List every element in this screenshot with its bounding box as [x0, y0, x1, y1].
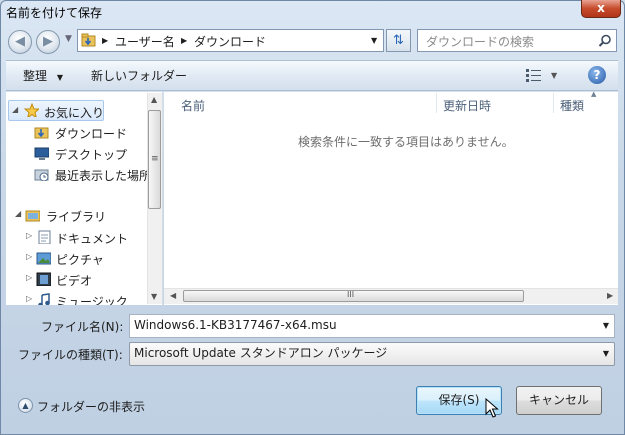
back-arrow-icon: ◀: [15, 34, 25, 49]
navigation-pane: ◢ お気に入り ダウンロード デスクトップ 最近表示した場所 ◢ ライブラリ ▷…: [6, 92, 163, 305]
sidebar-item-label: ミュージック: [56, 295, 128, 305]
sidebar-item-music[interactable]: ▷ ミュージック: [6, 290, 146, 305]
breadcrumb-downloads[interactable]: ダウンロード: [194, 33, 266, 50]
expand-icon[interactable]: ▷: [26, 231, 32, 240]
chevron-down-icon: ▼: [56, 73, 63, 82]
sidebar-item-label: ドキュメント: [56, 232, 129, 246]
address-bar[interactable]: ▶ ユーザー名 ▶ ダウンロード ▼: [77, 29, 384, 52]
collapse-icon[interactable]: ◢: [15, 209, 21, 218]
address-dropdown-icon[interactable]: ▼: [371, 36, 377, 45]
sidebar-item-downloads[interactable]: ダウンロード: [6, 122, 146, 143]
expand-icon[interactable]: ▷: [26, 252, 32, 261]
grip-icon: ≡: [151, 154, 159, 164]
help-icon: ?: [593, 68, 601, 82]
empty-state-message: 検索条件に一致する項目はありません。: [298, 135, 514, 149]
sidebar-item-recent-places[interactable]: 最近表示した場所: [6, 164, 151, 185]
chevron-down-icon[interactable]: ▼: [603, 344, 609, 364]
videos-icon: [36, 272, 51, 286]
filetype-select[interactable]: Microsoft Update スタンドアロン パッケージ ▼: [129, 342, 615, 366]
cancel-label: キャンセル: [528, 393, 589, 407]
column-header-name[interactable]: 名前: [181, 97, 205, 114]
libraries-icon: [25, 210, 40, 222]
save-label: 保存(S): [438, 393, 480, 407]
sidebar-item-pictures[interactable]: ▷ ピクチャ: [6, 248, 146, 269]
search-icon: [598, 34, 611, 47]
expand-icon[interactable]: ▷: [26, 273, 32, 282]
sidebar-item-label: 最近表示した場所: [55, 169, 152, 183]
organize-menu[interactable]: 整理 ▼: [23, 67, 63, 84]
hide-folders-button[interactable]: フォルダーの非表示: [37, 398, 145, 415]
breadcrumb-separator-icon: ▶: [102, 36, 109, 45]
sidebar-item-label: お気に入り: [44, 106, 105, 120]
download-folder-icon: [81, 33, 96, 47]
cancel-button[interactable]: キャンセル: [516, 386, 602, 415]
sidebar-item-documents[interactable]: ▷ ドキュメント: [6, 227, 146, 248]
column-header-modified[interactable]: 更新日時: [443, 97, 491, 114]
column-header-type[interactable]: 種類: [560, 97, 584, 114]
sidebar-item-videos[interactable]: ▷ ビデオ: [6, 269, 146, 290]
back-button[interactable]: ◀: [8, 30, 32, 54]
organize-label: 整理: [23, 69, 48, 83]
documents-icon: [38, 230, 51, 244]
sidebar-item-libraries[interactable]: ◢ ライブラリ: [6, 205, 146, 226]
collapse-icon[interactable]: ◢: [12, 105, 18, 114]
sidebar-item-label: デスクトップ: [55, 148, 128, 162]
sidebar-item-label: ダウンロード: [55, 127, 128, 141]
forward-arrow-icon: ▶: [43, 34, 53, 49]
sidebar-item-label: ビデオ: [56, 274, 93, 288]
sort-ascending-icon: ▲: [591, 90, 597, 98]
sidebar-item-favorites[interactable]: ◢ お気に入り: [8, 100, 104, 121]
mouse-cursor-icon: [485, 398, 499, 418]
filename-label: ファイル名(N):: [41, 320, 124, 334]
chevron-down-icon[interactable]: ▼: [603, 316, 609, 336]
sidebar-item-desktop[interactable]: デスクトップ: [6, 143, 146, 164]
star-icon: [24, 103, 39, 117]
filename-value: Windows6.1-KB3177467-x64.msu: [134, 318, 337, 332]
dialog-title: 名前を付けて保存: [6, 6, 103, 20]
filename-field[interactable]: Windows6.1-KB3177467-x64.msu ▼: [129, 314, 615, 338]
search-input[interactable]: ダウンロードの検索: [426, 33, 534, 50]
hide-folders-toggle[interactable]: ▲: [18, 398, 33, 413]
scroll-left-icon[interactable]: ◀: [170, 291, 176, 300]
refresh-icon: ⇅: [393, 33, 404, 48]
breadcrumb-user[interactable]: ユーザー名: [115, 33, 175, 50]
desktop-icon: [34, 147, 49, 160]
help-button[interactable]: ?: [588, 66, 606, 84]
pictures-icon: [36, 252, 51, 265]
column-divider[interactable]: [436, 93, 437, 113]
sidebar-item-label: ライブラリ: [46, 210, 107, 224]
filetype-value: Microsoft Update スタンドアロン パッケージ: [134, 346, 388, 360]
sidebar-item-label: ピクチャ: [56, 253, 104, 267]
view-list-icon: [526, 69, 541, 82]
chevron-up-icon: ▲: [22, 401, 29, 410]
forward-button[interactable]: ▶: [36, 30, 60, 54]
new-folder-button[interactable]: 新しいフォルダー: [91, 67, 187, 84]
breadcrumb-separator-icon: ▶: [181, 36, 188, 45]
music-icon: [38, 293, 50, 305]
expand-icon[interactable]: ▷: [26, 294, 32, 303]
scroll-up-icon[interactable]: ▲: [151, 95, 157, 104]
view-dropdown-icon[interactable]: ▼: [551, 71, 557, 80]
close-button[interactable]: x: [581, 0, 621, 18]
history-dropdown-icon[interactable]: ▼: [65, 34, 72, 44]
grip-icon: III: [347, 290, 355, 299]
download-folder-icon: [34, 127, 49, 139]
refresh-button[interactable]: ⇅: [386, 29, 411, 52]
scroll-down-icon[interactable]: ▼: [151, 292, 157, 301]
view-options-button[interactable]: [526, 68, 542, 85]
search-box[interactable]: ダウンロードの検索: [417, 29, 617, 52]
file-list: [164, 92, 618, 305]
filetype-label: ファイルの種類(T):: [18, 348, 123, 362]
scroll-right-icon[interactable]: ▶: [607, 291, 613, 300]
column-divider[interactable]: [553, 93, 554, 113]
recent-places-icon: [34, 169, 49, 181]
